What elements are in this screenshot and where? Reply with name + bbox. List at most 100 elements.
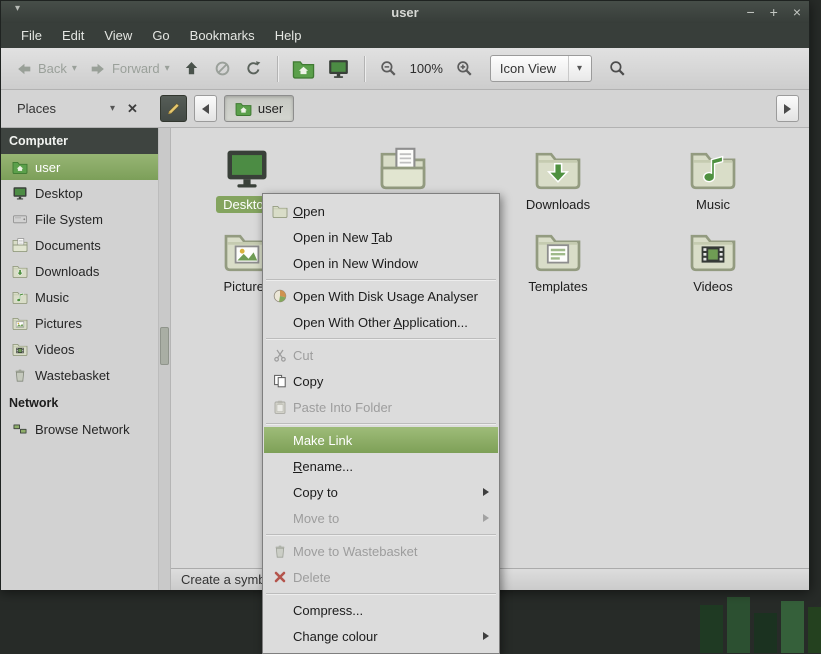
- reload-icon: [244, 59, 263, 78]
- network-icon: [12, 421, 28, 437]
- sidebar-item-downloads[interactable]: Downloads: [1, 258, 158, 284]
- sidebar-item-label: Music: [35, 290, 69, 305]
- path-button-user[interactable]: user: [224, 95, 294, 122]
- chevron-down-icon: ▾: [577, 64, 582, 74]
- toolbar: Back ▾ Forward ▾ 100%: [1, 48, 809, 90]
- sidebar-item-documents[interactable]: Documents: [1, 232, 158, 258]
- sidebar-item-browse-network[interactable]: Browse Network: [1, 416, 158, 442]
- menu-item-make-link[interactable]: Make Link: [264, 427, 498, 453]
- zoom-out-button[interactable]: [373, 55, 404, 82]
- toolbar-separator: [364, 56, 365, 82]
- menu-edit[interactable]: Edit: [52, 24, 94, 47]
- wastebasket-icon: [12, 367, 28, 383]
- sidebar-scrollbar[interactable]: [158, 128, 171, 590]
- search-button[interactable]: [602, 55, 633, 82]
- menu-item-change-colour[interactable]: Change colour: [264, 623, 498, 649]
- search-icon: [608, 59, 627, 78]
- toolbar-separator: [277, 56, 278, 82]
- submenu-arrow-icon: [483, 632, 489, 640]
- sidebar-item-videos[interactable]: Videos: [1, 336, 158, 362]
- menu-item-copy[interactable]: Copy: [264, 368, 498, 394]
- menu-item-compress[interactable]: Compress...: [264, 597, 498, 623]
- window-menu-icon[interactable]: ▾: [15, 3, 20, 14]
- menu-go[interactable]: Go: [142, 24, 179, 47]
- menu-item-paste-into-folder[interactable]: Paste Into Folder: [264, 394, 498, 420]
- path-scroll-left-button[interactable]: [194, 95, 217, 122]
- close-sidebar-button[interactable]: ✕: [127, 101, 138, 117]
- close-button[interactable]: ×: [793, 5, 801, 19]
- sidebar-item-label: Wastebasket: [35, 368, 110, 383]
- menu-item-rename[interactable]: Rename...: [264, 453, 498, 479]
- menu-file[interactable]: File: [11, 24, 52, 47]
- menu-item-move-to-wastebasket[interactable]: Move to Wastebasket: [264, 538, 498, 564]
- menu-item-open-with-disk-usage-analyser[interactable]: Open With Disk Usage Analyser: [264, 283, 498, 309]
- places-selector[interactable]: Places ▾: [11, 97, 121, 120]
- zoom-out-icon: [379, 59, 398, 78]
- submenu-arrow-icon: [483, 488, 489, 496]
- forward-dropdown-icon[interactable]: ▾: [165, 64, 170, 74]
- path-scroll-right-button[interactable]: [776, 95, 799, 122]
- menu-help[interactable]: Help: [265, 24, 312, 47]
- edit-location-button[interactable]: [160, 95, 187, 122]
- file-music[interactable]: Music: [658, 144, 768, 213]
- sidebar-item-label: Desktop: [35, 186, 83, 201]
- sidebar-item-label: Documents: [35, 238, 101, 253]
- stop-icon: [213, 59, 232, 78]
- menu-item-open[interactable]: Open: [264, 198, 498, 224]
- zoom-level: 100%: [410, 61, 443, 76]
- downloads-folder-icon: [534, 144, 582, 192]
- sidebar-item-pictures[interactable]: Pictures: [1, 310, 158, 336]
- desktop-button[interactable]: [321, 53, 356, 84]
- scrollbar-thumb[interactable]: [160, 327, 169, 365]
- menu-separator: [266, 423, 496, 424]
- sidebar-item-user[interactable]: user: [1, 154, 158, 180]
- file-templates[interactable]: Templates: [503, 226, 613, 295]
- view-mode-dropdown[interactable]: Icon View ▾: [490, 55, 592, 82]
- menubar: File Edit View Go Bookmarks Help: [1, 23, 809, 48]
- menu-item-open-new-window[interactable]: Open in New Window: [264, 250, 498, 276]
- drive-icon: [12, 211, 28, 227]
- menu-item-cut[interactable]: Cut: [264, 342, 498, 368]
- menu-item-open-new-tab[interactable]: Open in New Tab: [264, 224, 498, 250]
- menu-item-copy-to[interactable]: Copy to: [264, 479, 498, 505]
- desktop-art-bar: [700, 605, 723, 653]
- file-videos[interactable]: Videos: [658, 226, 768, 295]
- home-button[interactable]: [286, 53, 321, 84]
- sidebar-item-wastebasket[interactable]: Wastebasket: [1, 362, 158, 388]
- forward-label: Forward: [112, 61, 160, 76]
- dropdown-separator: [568, 56, 569, 81]
- desktop-art-bar: [727, 597, 750, 653]
- sidebar-item-label: Browse Network: [35, 422, 130, 437]
- clipboard-icon: [272, 399, 288, 415]
- menu-bookmarks[interactable]: Bookmarks: [180, 24, 265, 47]
- sidebar-item-desktop[interactable]: Desktop: [1, 180, 158, 206]
- minimize-button[interactable]: −: [746, 5, 754, 19]
- menu-view[interactable]: View: [94, 24, 142, 47]
- sidebar-item-music[interactable]: Music: [1, 284, 158, 310]
- back-button[interactable]: Back ▾: [9, 56, 83, 82]
- file-label: Music: [689, 196, 737, 213]
- places-label: Places: [17, 101, 56, 116]
- back-dropdown-icon[interactable]: ▾: [72, 64, 77, 74]
- home-folder-icon: [235, 100, 252, 117]
- sidebar-item-label: Pictures: [35, 316, 82, 331]
- desktop-icon: [223, 144, 271, 192]
- desktop-art-bar: [754, 613, 777, 653]
- menu-item-delete[interactable]: Delete: [264, 564, 498, 590]
- sidebar-item-label: Videos: [35, 342, 75, 357]
- forward-button[interactable]: Forward ▾: [83, 56, 176, 82]
- file-label: Templates: [521, 278, 594, 295]
- up-button[interactable]: [176, 55, 207, 82]
- menu-item-open-with-other-application[interactable]: Open With Other Application...: [264, 309, 498, 335]
- sidebar-header-computer: Computer: [1, 128, 158, 154]
- file-downloads[interactable]: Downloads: [503, 144, 613, 213]
- zoom-in-button[interactable]: [449, 55, 480, 82]
- file-label: Downloads: [519, 196, 597, 213]
- reload-button[interactable]: [238, 55, 269, 82]
- titlebar[interactable]: ▾ user − + ×: [1, 1, 809, 23]
- maximize-button[interactable]: +: [770, 5, 778, 19]
- sidebar-item-file-system[interactable]: File System: [1, 206, 158, 232]
- sidebar-item-label: Downloads: [35, 264, 99, 279]
- stop-button[interactable]: [207, 55, 238, 82]
- menu-item-move-to[interactable]: Move to: [264, 505, 498, 531]
